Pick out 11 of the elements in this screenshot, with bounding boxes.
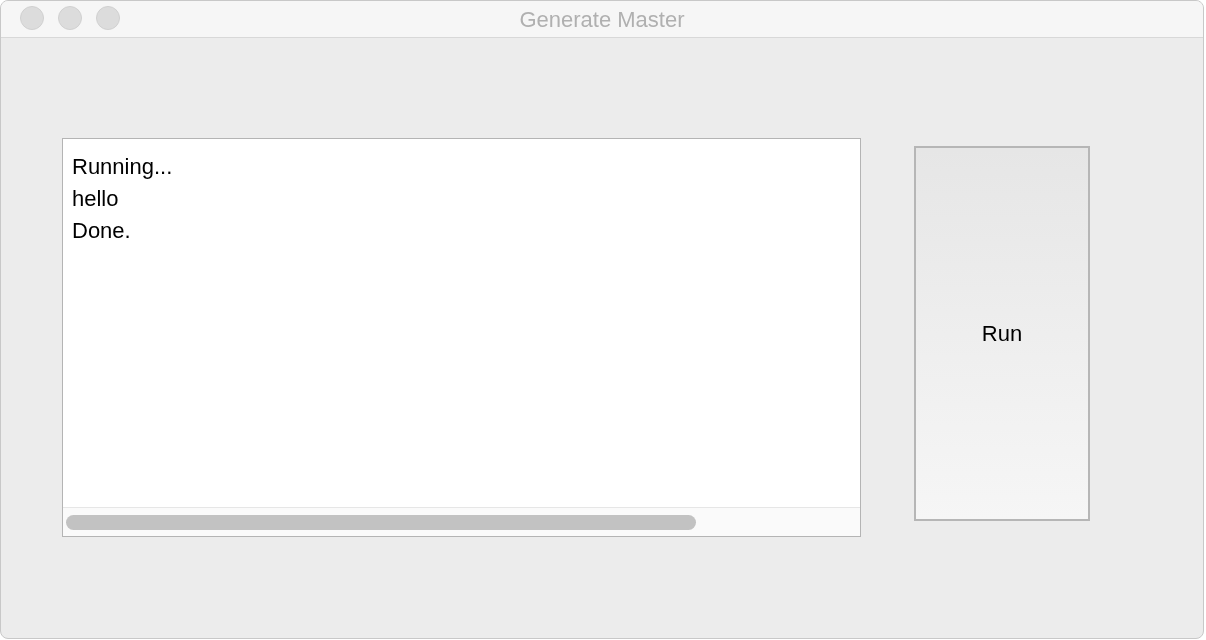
output-line: Done. (72, 217, 131, 245)
run-button[interactable]: Run (914, 146, 1090, 521)
close-button[interactable] (20, 6, 44, 30)
minimize-button[interactable] (58, 6, 82, 30)
scrollbar-thumb[interactable] (66, 514, 696, 530)
window-title: Generate Master (519, 5, 685, 34)
zoom-button[interactable] (96, 6, 120, 30)
output-line: hello (72, 185, 119, 213)
output-line: Running... (72, 153, 173, 181)
horizontal-scrollbar[interactable] (63, 507, 860, 536)
output-text-area[interactable]: Running... hello Done. (62, 138, 861, 537)
